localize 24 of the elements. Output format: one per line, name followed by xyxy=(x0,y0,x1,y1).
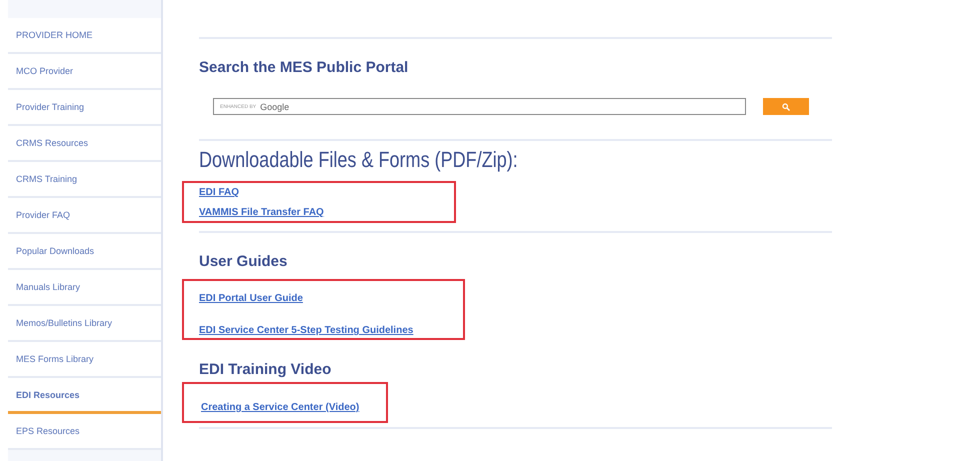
sidebar-item[interactable]: MES Forms Library xyxy=(8,342,161,378)
sidebar-item[interactable]: PROVIDER HOME xyxy=(8,18,161,54)
sidebar-item[interactable]: EDI Resources xyxy=(8,378,161,414)
sidebar-item[interactable]: Provider FAQ xyxy=(8,198,161,234)
section-heading: User Guides xyxy=(199,253,288,270)
sidebar-item[interactable]: EPS Resources xyxy=(8,414,161,450)
document-link[interactable]: EDI Service Center 5-Step Testing Guidelines xyxy=(199,325,414,336)
sidebar-item[interactable]: Memos/Bulletins Library xyxy=(8,306,161,342)
sidebar-item[interactable]: MCO Provider xyxy=(8,54,161,90)
document-link[interactable]: VAMMIS File Transfer FAQ xyxy=(199,207,324,218)
sidebar-item[interactable]: CRMS Resources xyxy=(8,126,161,162)
section-heading: EDI Training Video xyxy=(199,361,332,378)
brand-label: Google xyxy=(260,102,290,112)
search-button[interactable] xyxy=(763,98,809,115)
sidebar-item[interactable]: Manuals Library xyxy=(8,270,161,306)
sidebar-item[interactable]: Popular Downloads xyxy=(8,234,161,270)
section-heading: Search the MES Public Portal xyxy=(199,59,410,76)
page-heading: Downloadable Files & Forms (PDF/Zip): xyxy=(199,147,519,173)
document-link[interactable]: EDI Portal User Guide xyxy=(199,293,414,304)
sidebar-item[interactable]: CRMS Training xyxy=(8,162,161,198)
document-link[interactable]: Creating a Service Center (Video) xyxy=(201,402,360,413)
document-link[interactable]: EDI FAQ xyxy=(199,187,324,198)
search-icon xyxy=(782,102,790,110)
sidebar-item[interactable]: Provider Training xyxy=(8,90,161,126)
